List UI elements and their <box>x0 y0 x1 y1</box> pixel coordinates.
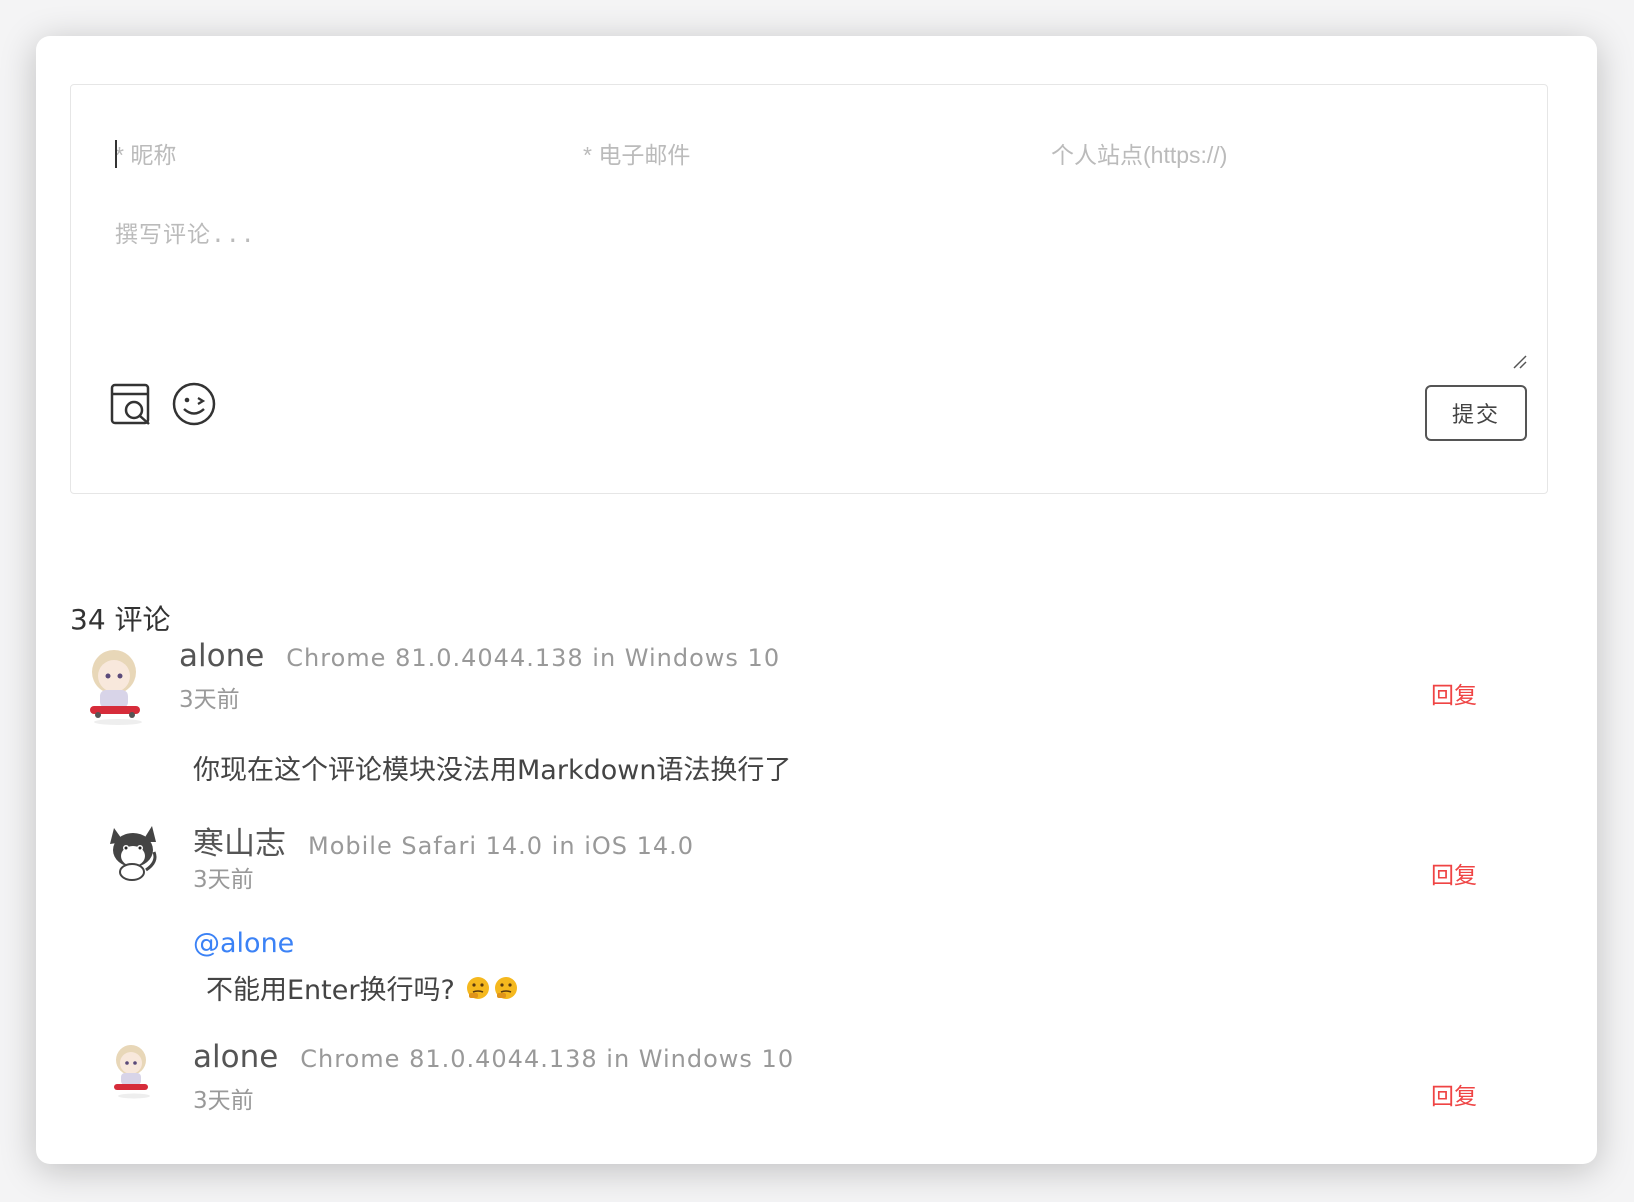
comment-window: 提交 34 评论 alone Chrome 81.0.4044.138 in W… <box>36 36 1597 1164</box>
comment-ua: Chrome 81.0.4044.138 in Windows 10 <box>286 644 781 672</box>
mention-link[interactable]: @alone <box>193 928 294 959</box>
comment-meta: 寒山志 Mobile Safari 14.0 in iOS 14.0 <box>193 818 694 863</box>
site-field-wrap <box>1051 137 1491 173</box>
email-field-wrap <box>583 137 1023 173</box>
comment-content-wrap: 不能用Enter换行吗? <box>206 968 519 1007</box>
anime-avatar-icon <box>78 642 154 726</box>
site-input[interactable] <box>1051 141 1491 169</box>
avatar[interactable] <box>78 642 154 726</box>
comment-meta: alone Chrome 81.0.4044.138 in Windows 10 <box>193 1039 794 1075</box>
comment-nick[interactable]: 寒山志 <box>193 818 286 863</box>
comment-editor: 提交 <box>70 84 1548 494</box>
comment-time: 3天前 <box>193 867 254 893</box>
comment-content: 不能用Enter换行吗? <box>206 975 455 1006</box>
reply-button[interactable]: 回复 <box>1431 676 1477 710</box>
comment-meta: alone Chrome 81.0.4044.138 in Windows 10 <box>179 638 780 674</box>
avatar[interactable] <box>102 820 162 884</box>
nick-field-wrap <box>115 137 555 173</box>
anime-avatar-icon <box>106 1040 158 1100</box>
comment-time: 3天前 <box>193 1088 254 1114</box>
emoji-icon[interactable] <box>171 381 217 427</box>
avatar[interactable] <box>106 1040 158 1100</box>
reply-button[interactable]: 回复 <box>1431 1077 1477 1111</box>
comment-nick[interactable]: alone <box>193 1039 278 1075</box>
resize-handle-icon[interactable] <box>1511 353 1527 369</box>
comment-content: 你现在这个评论模块没法用Markdown语法换行了 <box>193 755 792 786</box>
submit-button[interactable]: 提交 <box>1425 385 1527 441</box>
comment-nick[interactable]: alone <box>179 638 264 674</box>
comment-textarea[interactable] <box>115 215 1495 355</box>
comment-count: 34 评论 <box>70 603 171 636</box>
comment-ua: Mobile Safari 14.0 in iOS 14.0 <box>308 832 695 860</box>
cat-avatar-icon <box>102 820 162 884</box>
nick-input[interactable] <box>115 141 555 169</box>
text-caret <box>115 140 117 168</box>
thinking-emoji-icon <box>466 976 489 999</box>
thinking-emoji-icon <box>494 976 517 999</box>
comment-time: 3天前 <box>179 687 240 713</box>
preview-icon[interactable] <box>109 381 155 427</box>
reply-button[interactable]: 回复 <box>1431 856 1477 890</box>
email-input[interactable] <box>583 141 1023 169</box>
comment-ua: Chrome 81.0.4044.138 in Windows 10 <box>300 1045 795 1073</box>
